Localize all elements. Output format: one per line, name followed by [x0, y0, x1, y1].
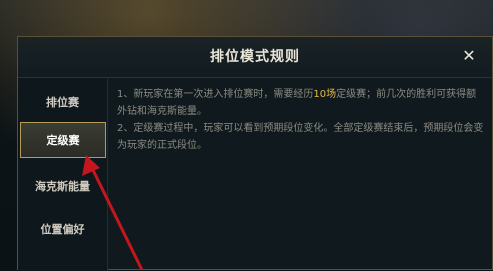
arrow-head	[82, 155, 100, 176]
red-arrow-annotation	[82, 155, 144, 270]
arrow-shaft	[89, 165, 144, 270]
